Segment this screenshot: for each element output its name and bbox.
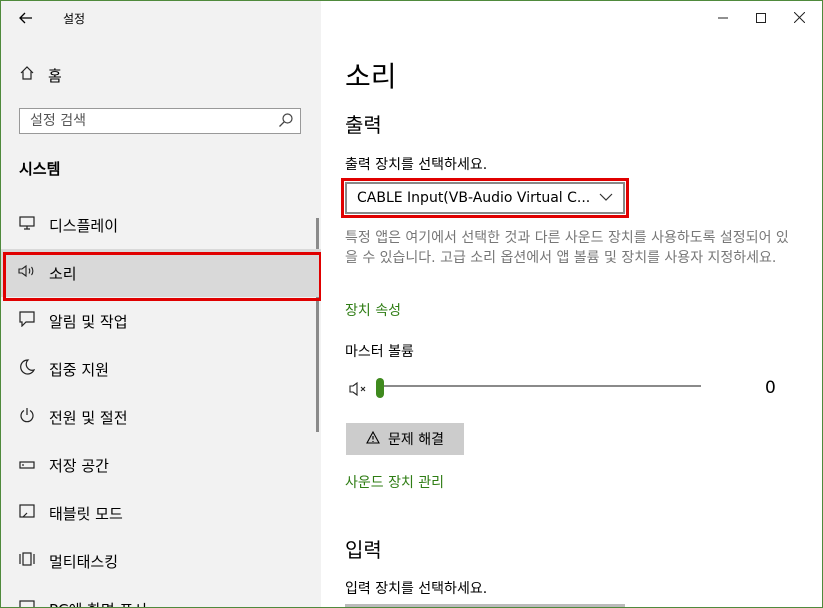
sidebar-item-notifications[interactable]: 알림 및 작업 — [1, 297, 321, 345]
power-icon — [16, 407, 38, 427]
device-properties-link[interactable]: 장치 속성 — [345, 300, 401, 320]
sidebar-item-label: 태블릿 모드 — [49, 504, 123, 523]
notification-icon — [16, 311, 38, 331]
settings-search-box[interactable] — [19, 108, 301, 134]
volume-value: 0 — [765, 378, 776, 398]
chevron-down-icon — [599, 193, 613, 201]
sidebar-item-label: 전원 및 절전 — [49, 408, 128, 427]
muted-speaker-icon[interactable] — [349, 380, 371, 398]
home-icon — [17, 65, 37, 85]
monitor-icon — [16, 216, 38, 234]
maximize-button[interactable] — [746, 7, 776, 31]
sidebar-item-label: 알림 및 작업 — [49, 312, 128, 331]
home-nav-item[interactable]: 홈 — [17, 63, 62, 87]
sidebar-item-focus-assist[interactable]: 집중 지원 — [1, 345, 321, 393]
home-label: 홈 — [48, 66, 62, 85]
sidebar-item-label: 저장 공간 — [49, 456, 109, 475]
output-heading: 출력 — [345, 113, 382, 137]
sidebar-item-label: 디스플레이 — [49, 216, 119, 235]
master-volume-slider-track[interactable] — [379, 385, 701, 387]
app-title: 설정 — [63, 12, 86, 26]
section-title: 시스템 — [19, 160, 61, 178]
output-device-value: CABLE Input(VB-Audio Virtual C... — [357, 190, 589, 206]
back-arrow-icon — [19, 12, 32, 24]
input-heading: 입력 — [345, 538, 382, 562]
project-icon — [16, 600, 38, 607]
storage-icon — [16, 456, 38, 474]
sidebar-item-project-to-pc[interactable]: PC에 화면 표시 — [1, 585, 321, 608]
input-device-label: 입력 장치를 선택하세요. — [345, 581, 488, 597]
selection-highlight-box — [3, 252, 322, 301]
sidebar-item-multitasking[interactable]: 멀티태스킹 — [1, 537, 321, 585]
tablet-icon — [16, 503, 38, 523]
input-device-dropdown[interactable] — [345, 604, 625, 607]
search-icon[interactable] — [278, 112, 294, 128]
troubleshoot-label: 문제 해결 — [388, 432, 444, 448]
search-input[interactable] — [20, 109, 270, 133]
page-title: 소리 — [345, 60, 397, 93]
sidebar: 설정 홈 시스템 디스플레이 소리 — [1, 1, 322, 608]
main-content: 소리 출력 출력 장치를 선택하세요. CABLE Input(VB-Audio… — [321, 1, 822, 607]
close-button[interactable] — [784, 7, 814, 31]
sidebar-item-label: PC에 화면 표시 — [49, 599, 147, 608]
minimize-button[interactable] — [708, 7, 738, 31]
sidebar-item-storage[interactable]: 저장 공간 — [1, 441, 321, 489]
troubleshoot-button[interactable]: 문제 해결 — [346, 423, 464, 455]
output-device-dropdown[interactable]: CABLE Input(VB-Audio Virtual C... — [345, 182, 625, 214]
sidebar-item-power[interactable]: 전원 및 절전 — [1, 393, 321, 441]
master-volume-slider-thumb[interactable] — [376, 378, 384, 398]
manage-sound-devices-link[interactable]: 사운드 장치 관리 — [345, 472, 444, 492]
minimize-icon — [718, 17, 728, 19]
moon-icon — [16, 359, 38, 379]
sidebar-item-tablet-mode[interactable]: 태블릿 모드 — [1, 489, 321, 537]
settings-window: 설정 홈 시스템 디스플레이 소리 — [0, 0, 823, 608]
back-button[interactable] — [15, 7, 37, 29]
sidebar-item-label: 집중 지원 — [49, 360, 109, 379]
multitask-icon — [16, 551, 38, 571]
sidebar-item-label: 멀티태스킹 — [49, 552, 119, 571]
maximize-icon — [756, 13, 766, 23]
close-icon — [793, 11, 805, 24]
output-device-label: 출력 장치를 선택하세요. — [345, 157, 488, 173]
master-volume-label: 마스터 볼륨 — [345, 344, 414, 360]
warning-icon — [366, 430, 380, 448]
output-description: 특정 앱은 여기에서 선택한 것과 다른 사운드 장치를 사용하도록 설정되어 … — [345, 230, 789, 266]
sidebar-item-display[interactable]: 디스플레이 — [1, 201, 321, 249]
